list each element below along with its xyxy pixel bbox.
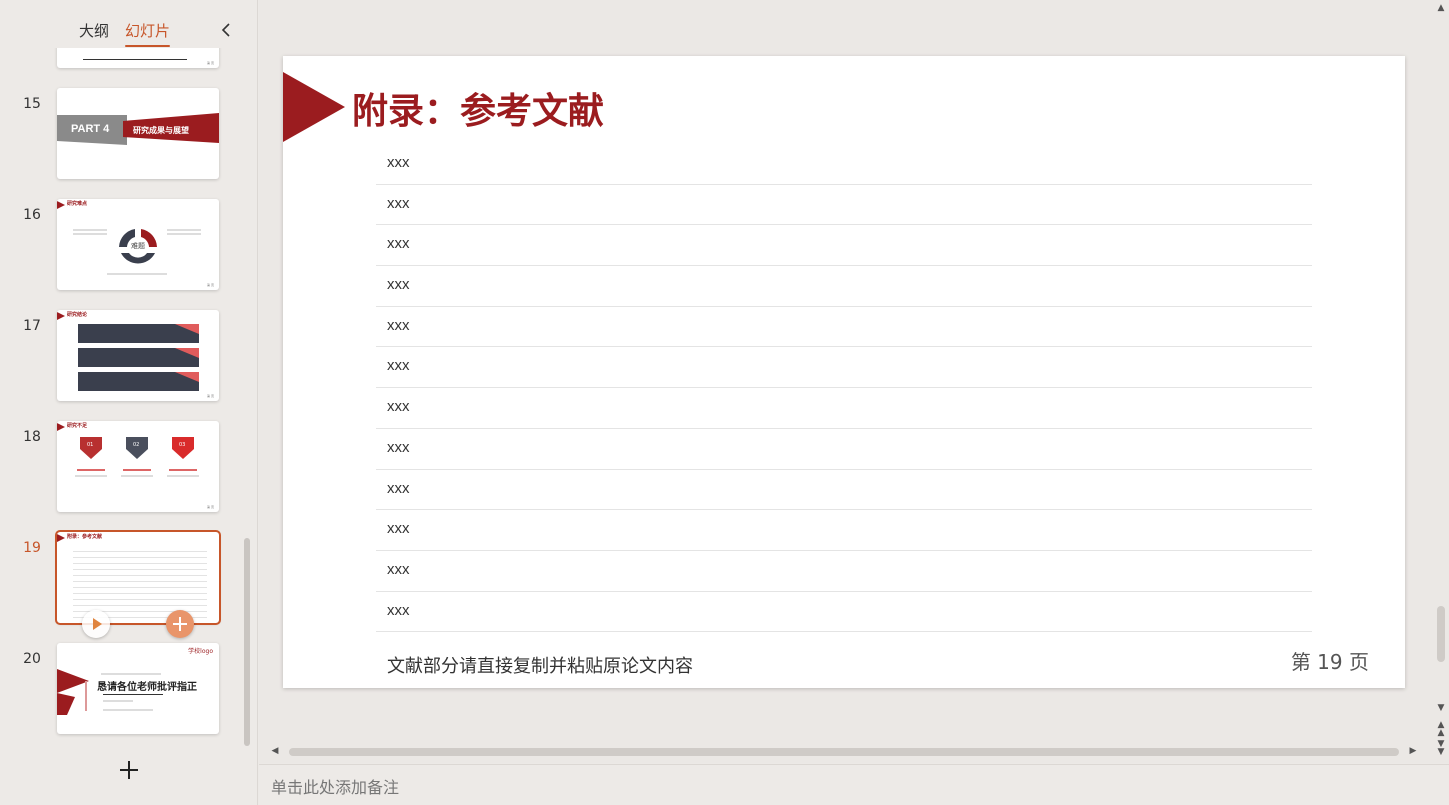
reference-row: xxx [376,551,1312,592]
thumbnail-title: 研究难点 [67,201,88,207]
slide-thumbnail[interactable]: 研究难点 难题 第 页 [57,199,219,290]
next-slide-icon[interactable]: ▼ ▼ [1433,740,1449,757]
thumbnail-row-active: 19 附录：参考文献 [0,530,240,625]
badge-number: 02 [133,442,140,448]
thumbnail-title: 研究不足 [67,423,88,429]
slide-number: 15 [23,96,41,112]
horizontal-scrollbar[interactable]: ◀ ▶ [269,744,1419,760]
slide-number: 19 [23,540,41,556]
thumbnail-row: 17 研究结论 第 页 [0,310,240,402]
slide-number: 20 [23,651,41,667]
slide-thumbnail[interactable]: 学校logo 恳请各位老师批评指正 [57,643,219,734]
reference-row: xxx [376,592,1312,633]
slide-page-number[interactable]: 第 19 页 [1291,646,1369,675]
scroll-right-arrow-icon[interactable]: ▶ [1405,746,1421,756]
thumbnail-logo: 学校logo [188,648,213,655]
slide-thumbnail[interactable]: 第 页 [57,48,219,68]
slide-note-text[interactable]: 文献部分请直接复制并粘贴原论文内容 [387,652,693,678]
reference-row: xxx [376,266,1312,307]
notes-placeholder: 单击此处添加备注 [271,778,400,797]
tab-outline[interactable]: 大纲 [79,20,109,41]
part-title: 研究成果与展望 [133,126,189,135]
scroll-down-arrow-icon[interactable]: ▼ [1433,703,1449,713]
slide-number: 16 [23,207,41,223]
chevron-left-icon[interactable] [218,21,236,39]
thumbnail-row: 20 学校logo 恳请各位老师批评指正 [0,643,240,735]
horizontal-scroll-thumb[interactable] [289,748,1399,756]
thumbnail-row: 18 研究不足 01 02 03 第 页 [0,421,240,513]
notes-pane[interactable]: 单击此处添加备注 [259,764,1449,805]
vertical-scrollbar[interactable]: ▲ ▼ ▲ ▲ ▼ ▼ [1433,0,1449,763]
slide-title[interactable]: 附录：参考文献 [352,82,604,134]
tab-slides[interactable]: 幻灯片 [125,20,171,47]
reference-row: xxx [376,510,1312,551]
slide-panel: 大纲 幻灯片 第 页 15 PART 4 研究成果与展望 16 研究难点 难题 … [0,0,258,805]
title-triangle-decoration [283,72,345,142]
panel-tabs: 大纲 幻灯片 [0,20,258,47]
play-button[interactable] [82,610,110,638]
reference-row: xxx [376,144,1312,185]
previous-slide-icon[interactable]: ▲ ▲ [1433,721,1449,738]
thumbnail-row: 15 PART 4 研究成果与展望 [0,88,240,180]
vertical-scroll-thumb[interactable] [1437,606,1445,662]
reference-row: xxx [376,388,1312,429]
part-label: PART 4 [71,123,110,135]
reference-row: xxx [376,470,1312,511]
slide-canvas[interactable]: 附录：参考文献 xxx xxx xxx xxx xxx xxx xxx xxx … [283,56,1405,688]
reference-row: xxx [376,307,1312,348]
thumbnail-title: 恳请各位老师批评指正 [97,682,197,693]
reference-list[interactable]: xxx xxx xxx xxx xxx xxx xxx xxx xxx xxx … [376,144,1312,633]
add-slide-icon[interactable] [116,757,142,783]
thumbnail-row: 第 页 [0,48,240,69]
slide-editor: 附录：参考文献 xxx xxx xxx xxx xxx xxx xxx xxx … [259,0,1449,763]
reference-row: xxx [376,429,1312,470]
scroll-left-arrow-icon[interactable]: ◀ [267,746,283,756]
thumbnail-row: 16 研究难点 难题 第 页 [0,199,240,291]
panel-scrollbar[interactable] [244,538,250,746]
slide-thumbnail[interactable]: 研究不足 01 02 03 第 页 [57,421,219,512]
reference-row: xxx [376,185,1312,226]
thumbnail-center-label: 难题 [131,242,145,250]
slide-thumbnail[interactable]: PART 4 研究成果与展望 [57,88,219,179]
thumbnail-list: 第 页 15 PART 4 研究成果与展望 16 研究难点 难题 第 页 17 … [0,48,258,748]
thumbnail-title: 附录：参考文献 [67,534,103,540]
play-icon [93,618,102,630]
slide-number: 18 [23,429,41,445]
reference-row: xxx [376,225,1312,267]
reference-row: xxx [376,347,1312,389]
insert-slide-button[interactable] [166,610,194,638]
badge-number: 03 [179,442,186,448]
plus-icon [173,617,187,631]
badge-number: 01 [87,442,94,448]
scroll-up-arrow-icon[interactable]: ▲ [1433,3,1449,13]
slide-number: 17 [23,318,41,334]
thumbnail-title: 研究结论 [67,312,88,318]
slide-thumbnail[interactable]: 研究结论 第 页 [57,310,219,401]
